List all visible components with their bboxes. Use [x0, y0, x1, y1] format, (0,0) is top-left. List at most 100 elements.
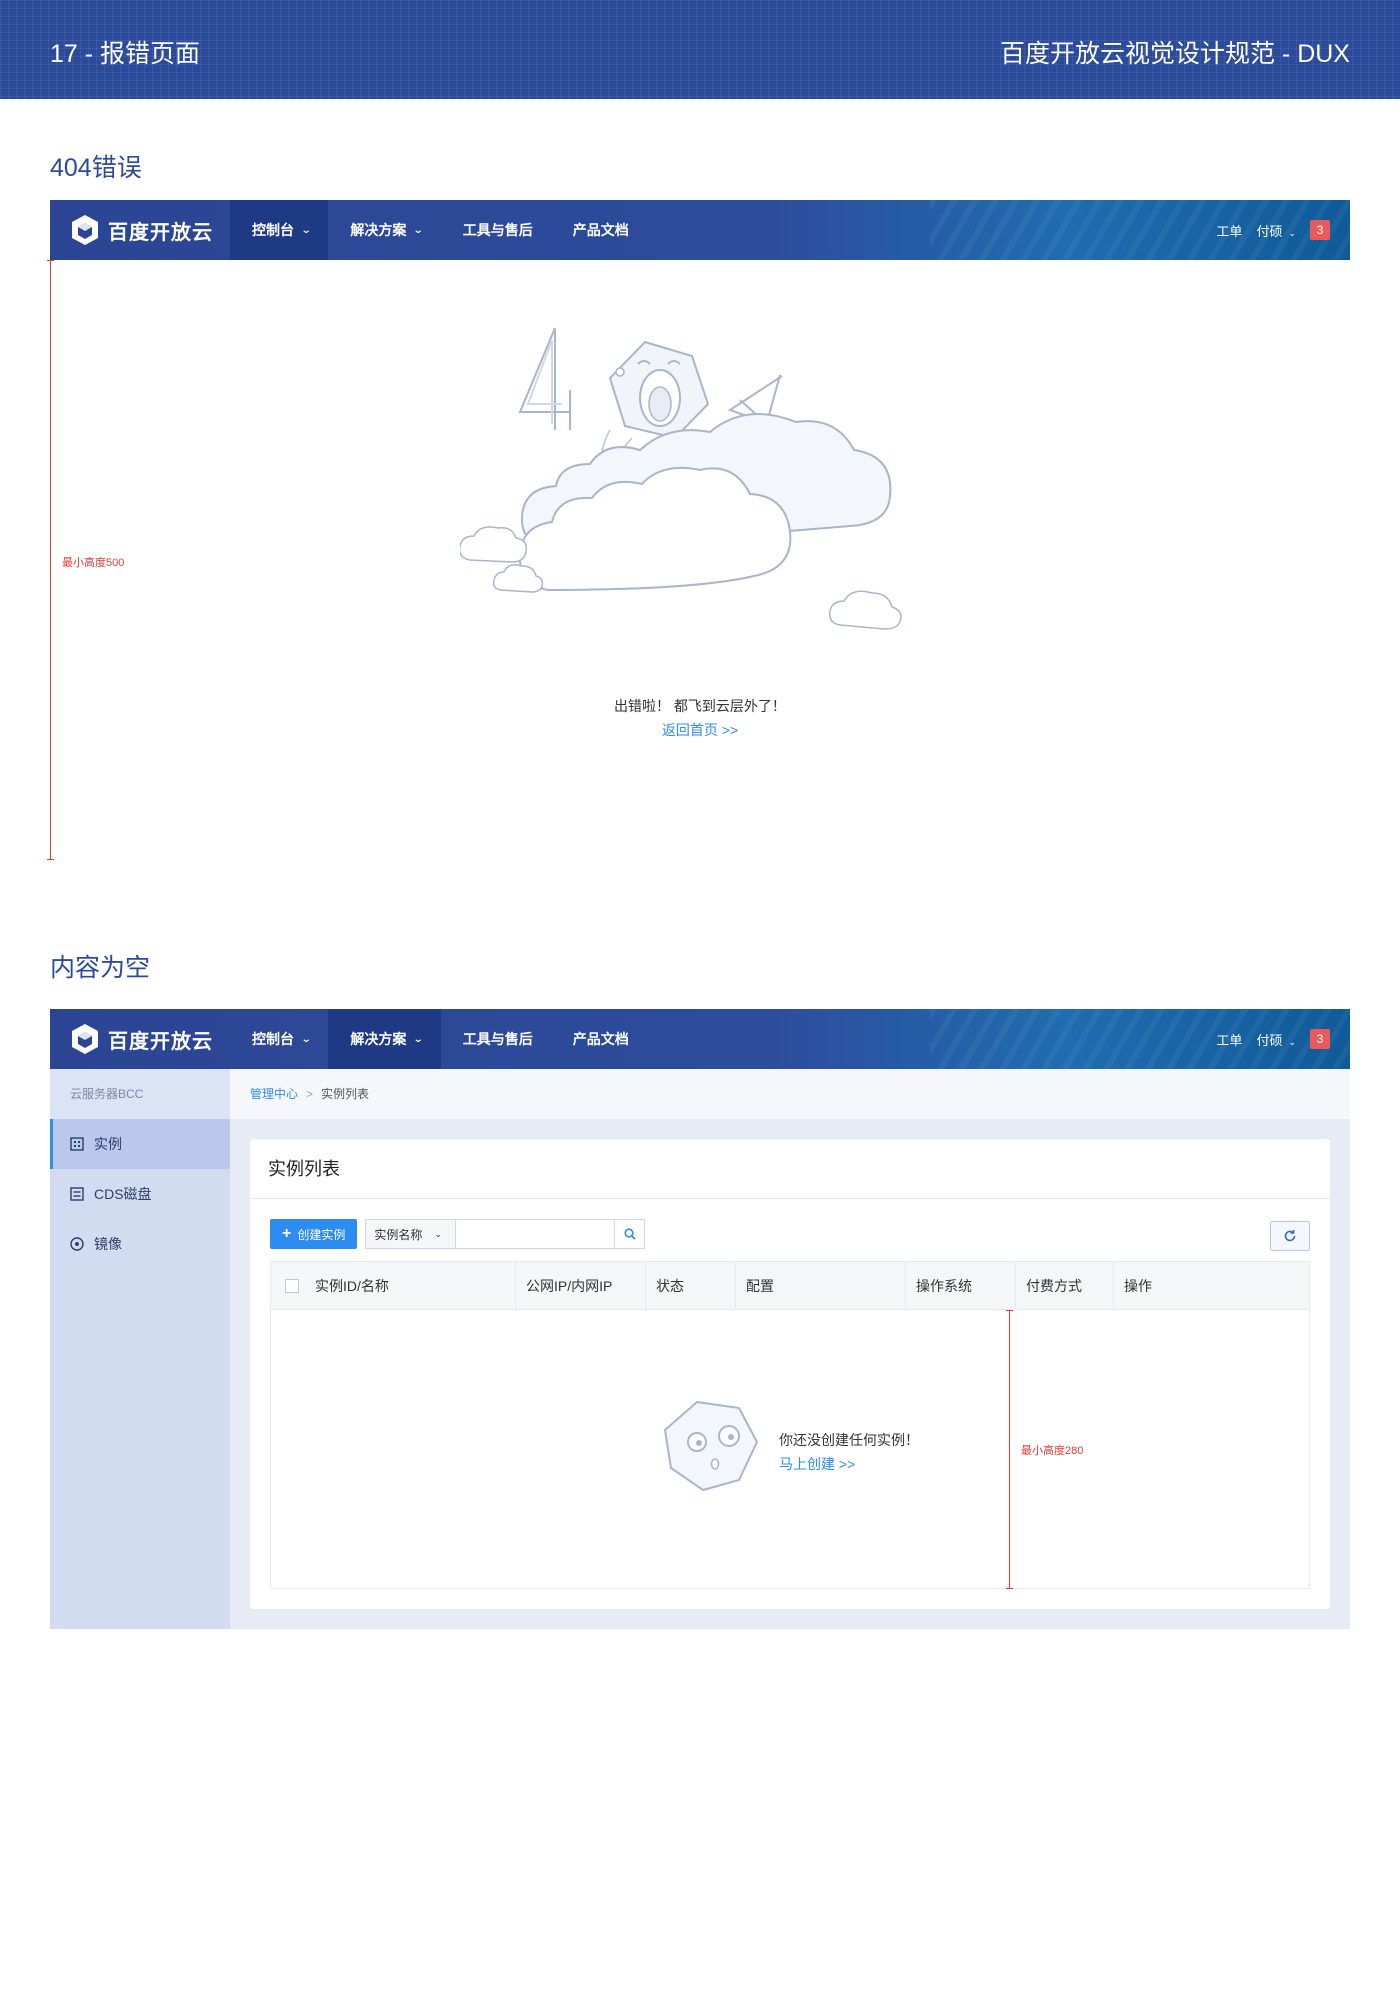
header-label: 配置: [746, 1278, 774, 1294]
section-title-404: 404错误: [50, 154, 142, 182]
nav-item-label: 解决方案: [350, 222, 407, 238]
logo[interactable]: 百度开放云: [70, 214, 213, 246]
image-icon: [70, 1237, 84, 1251]
chevron-down-icon: ⌄: [1288, 1036, 1296, 1047]
nav-item-console[interactable]: 控制台 ⌄: [230, 200, 329, 260]
nav-item-solutions[interactable]: 解决方案 ⌄: [328, 200, 440, 260]
refresh-button[interactable]: [1270, 1221, 1310, 1251]
doc-header: 17 - 报错页面 百度开放云视觉设计规范 - DUX: [0, 0, 1400, 99]
instance-list-card: 实例列表 + 创建实例 实例名称 ⌄ 实例ID/名称 公网IP/内网IP 状态 …: [250, 1139, 1330, 1609]
sidebar-item-label: 镜像: [94, 1236, 122, 1252]
empty-message: 你还没创建任何实例！: [779, 1432, 919, 1448]
table-header-cell: 操作系统: [906, 1262, 1016, 1310]
search-button[interactable]: [615, 1219, 646, 1249]
table-header-cell: 状态: [646, 1262, 736, 1310]
error-page-mockup: 百度开放云 控制台 ⌄ 解决方案 ⌄ 工具与售后 产品文档 工单 付硕 ⌄ 3 最小高…: [47, 200, 1350, 860]
nav-item-label: 产品文档: [572, 1031, 629, 1047]
nav-item-label: 控制台: [252, 1031, 294, 1047]
user-name: 付硕: [1256, 1032, 1283, 1048]
filter-select-value: 实例名称: [374, 1227, 423, 1242]
breadcrumb: 管理中心 > 实例列表: [230, 1069, 1350, 1119]
doc-title: 百度开放云视觉设计规范 - DUX: [999, 40, 1350, 68]
notification-badge[interactable]: 3: [1310, 220, 1330, 240]
filter-select[interactable]: 实例名称 ⌄: [365, 1219, 456, 1249]
sidebar: 云服务器BCC 实例 CDS磁盘 镜像: [50, 1069, 230, 1629]
top-nav: 百度开放云 控制台 ⌄ 解决方案 ⌄ 工具与售后 产品文档 工单 付硕 ⌄ 3: [50, 1009, 1350, 1069]
nav-right: 工单 付硕 ⌄ 3: [1216, 200, 1330, 260]
header-label: 状态: [656, 1278, 684, 1294]
logo-text: 百度开放云: [108, 221, 213, 244]
chevron-down-icon: ⌄: [413, 1033, 425, 1045]
logo-icon: [72, 1024, 98, 1054]
sidebar-item-label: 实例: [94, 1136, 122, 1152]
cloud-404-illustration: [460, 327, 902, 630]
chevron-down-icon: ⌄: [300, 1033, 312, 1045]
sidebar-item-instance[interactable]: 实例: [50, 1119, 230, 1169]
header-label: 公网IP/内网IP: [526, 1278, 613, 1294]
nav-item-label: 工具与售后: [462, 1031, 533, 1047]
nav-item-tools[interactable]: 工具与售后: [441, 200, 551, 260]
min-height-measure-line: [47, 260, 54, 860]
nav-menu: 控制台 ⌄ 解决方案 ⌄ 工具与售后 产品文档: [230, 200, 647, 260]
sidebar-item-label: CDS磁盘: [94, 1186, 152, 1202]
page-label: 17 - 报错页面: [50, 40, 201, 68]
section-title-empty: 内容为空: [50, 954, 151, 982]
error-body: 最小高度500 出错啦！ 都飞到云层外了！ 返回首页 >>: [47, 260, 1350, 860]
min-height-note: 最小高度500: [62, 557, 125, 569]
table-header-cell: 配置: [736, 1262, 906, 1310]
top-nav: 百度开放云 控制台 ⌄ 解决方案 ⌄ 工具与售后 产品文档 工单 付硕 ⌄ 3: [50, 200, 1350, 260]
nav-item-label: 控制台: [252, 222, 294, 238]
disk-icon: [70, 1187, 84, 1201]
empty-state-mockup: 百度开放云 控制台 ⌄ 解决方案 ⌄ 工具与售后 产品文档 工单 付硕 ⌄ 3 云服务…: [50, 1009, 1350, 1629]
nav-item-label: 解决方案: [350, 1031, 407, 1047]
chevron-down-icon: ⌄: [413, 224, 425, 236]
nav-item-label: 产品文档: [572, 222, 629, 238]
nav-item-console[interactable]: 控制台 ⌄: [230, 1009, 328, 1069]
logo-icon: [72, 215, 98, 245]
logo-text: 百度开放云: [108, 1030, 213, 1053]
nav-item-docs[interactable]: 产品文档: [551, 1009, 647, 1069]
header-label: 操作: [1124, 1278, 1152, 1294]
refresh-icon: [1284, 1230, 1296, 1242]
nav-item-docs[interactable]: 产品文档: [551, 200, 647, 260]
logo[interactable]: 百度开放云: [70, 1023, 213, 1055]
sidebar-title: 云服务器BCC: [50, 1069, 230, 1119]
empty-cube-illustration: [663, 1400, 759, 1492]
user-name: 付硕: [1256, 223, 1283, 239]
min-height-note: 最小高度280: [1021, 1445, 1084, 1457]
create-button-label: 创建实例: [297, 1227, 346, 1242]
header-label: 付费方式: [1026, 1278, 1082, 1294]
toolbar: + 创建实例 实例名称 ⌄: [270, 1219, 646, 1249]
create-instance-button[interactable]: + 创建实例: [270, 1219, 358, 1249]
nav-item-tools[interactable]: 工具与售后: [441, 1009, 551, 1069]
plus-icon: +: [282, 1225, 292, 1242]
nav-right: 工单 付硕 ⌄ 3: [1216, 1009, 1330, 1069]
ticket-link[interactable]: 工单: [1216, 221, 1242, 240]
min-height-measure-line: [1006, 1310, 1013, 1589]
nav-item-solutions[interactable]: 解决方案 ⌄: [328, 1009, 441, 1069]
table-header: 实例ID/名称 公网IP/内网IP 状态 配置 操作系统 付费方式 操作: [271, 1262, 1309, 1310]
create-now-link[interactable]: 马上创建 >>: [779, 1454, 855, 1474]
search-icon: [624, 1228, 636, 1240]
error-message: 出错啦！ 都飞到云层外了！: [614, 698, 786, 714]
select-all-checkbox[interactable]: [285, 1279, 299, 1293]
sidebar-item-image[interactable]: 镜像: [50, 1219, 230, 1269]
chevron-down-icon: ⌄: [434, 1228, 442, 1239]
back-home-link[interactable]: 返回首页 >>: [50, 720, 1350, 740]
search-input[interactable]: [455, 1219, 616, 1249]
ticket-link[interactable]: 工单: [1216, 1030, 1242, 1049]
nav-menu: 控制台 ⌄ 解决方案 ⌄ 工具与售后 产品文档: [230, 1009, 647, 1069]
page-title: 实例列表: [250, 1139, 1330, 1199]
table-header-cell: 公网IP/内网IP: [516, 1262, 646, 1310]
instance-icon: [70, 1137, 84, 1151]
breadcrumb-current: 实例列表: [321, 1087, 370, 1101]
table-header-cell: 付费方式: [1016, 1262, 1114, 1310]
breadcrumb-parent[interactable]: 管理中心: [250, 1087, 298, 1101]
chevron-down-icon: ⌄: [1288, 227, 1296, 238]
user-menu[interactable]: 付硕 ⌄: [1256, 1030, 1296, 1049]
user-menu[interactable]: 付硕 ⌄: [1256, 221, 1296, 240]
table-header-cell: 操作: [1114, 1262, 1309, 1310]
sidebar-item-cds[interactable]: CDS磁盘: [50, 1169, 230, 1219]
notification-badge[interactable]: 3: [1310, 1029, 1330, 1049]
nav-item-label: 工具与售后: [462, 222, 533, 238]
